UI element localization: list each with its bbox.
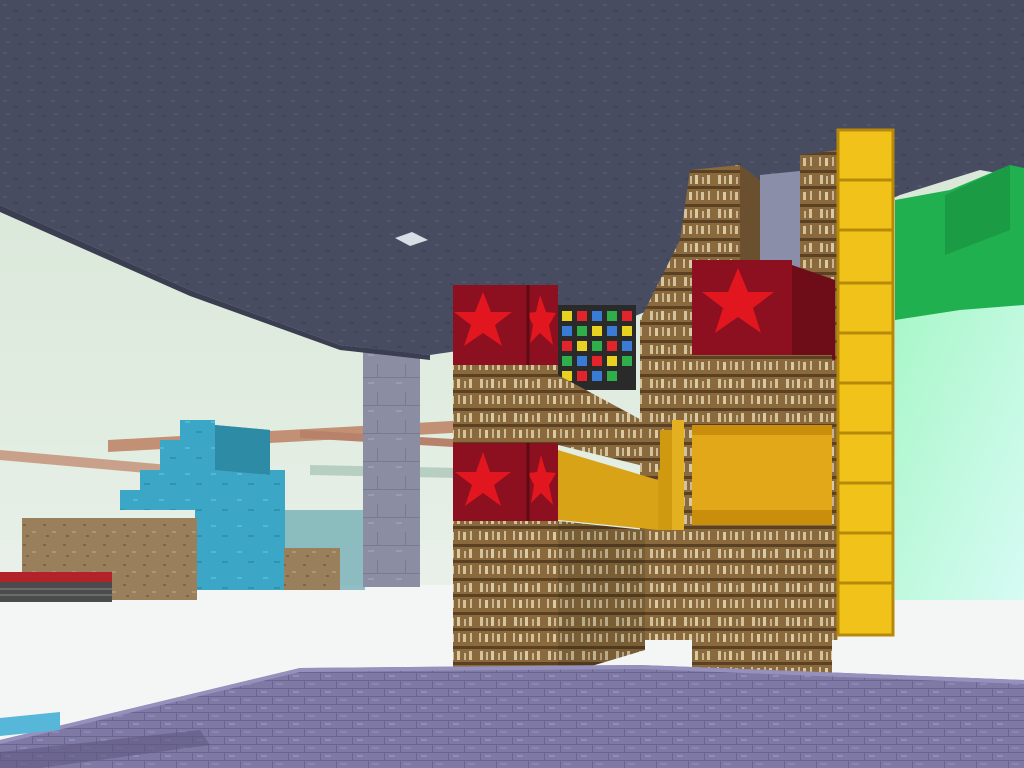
bookshelf-icon	[453, 365, 558, 443]
gold-block-icon	[836, 128, 895, 637]
dirt-block-small	[284, 548, 340, 590]
slab-base	[0, 582, 112, 602]
stone-column	[363, 345, 420, 587]
game-viewport[interactable]	[0, 0, 1024, 768]
green-glow	[895, 305, 1024, 600]
right-tower	[692, 260, 835, 685]
scene-svg	[0, 0, 1024, 768]
red-slab	[0, 572, 112, 582]
amber-slit	[658, 430, 672, 530]
lamp-grid-icon	[556, 305, 636, 390]
cyan-structure-shadow	[215, 425, 270, 475]
